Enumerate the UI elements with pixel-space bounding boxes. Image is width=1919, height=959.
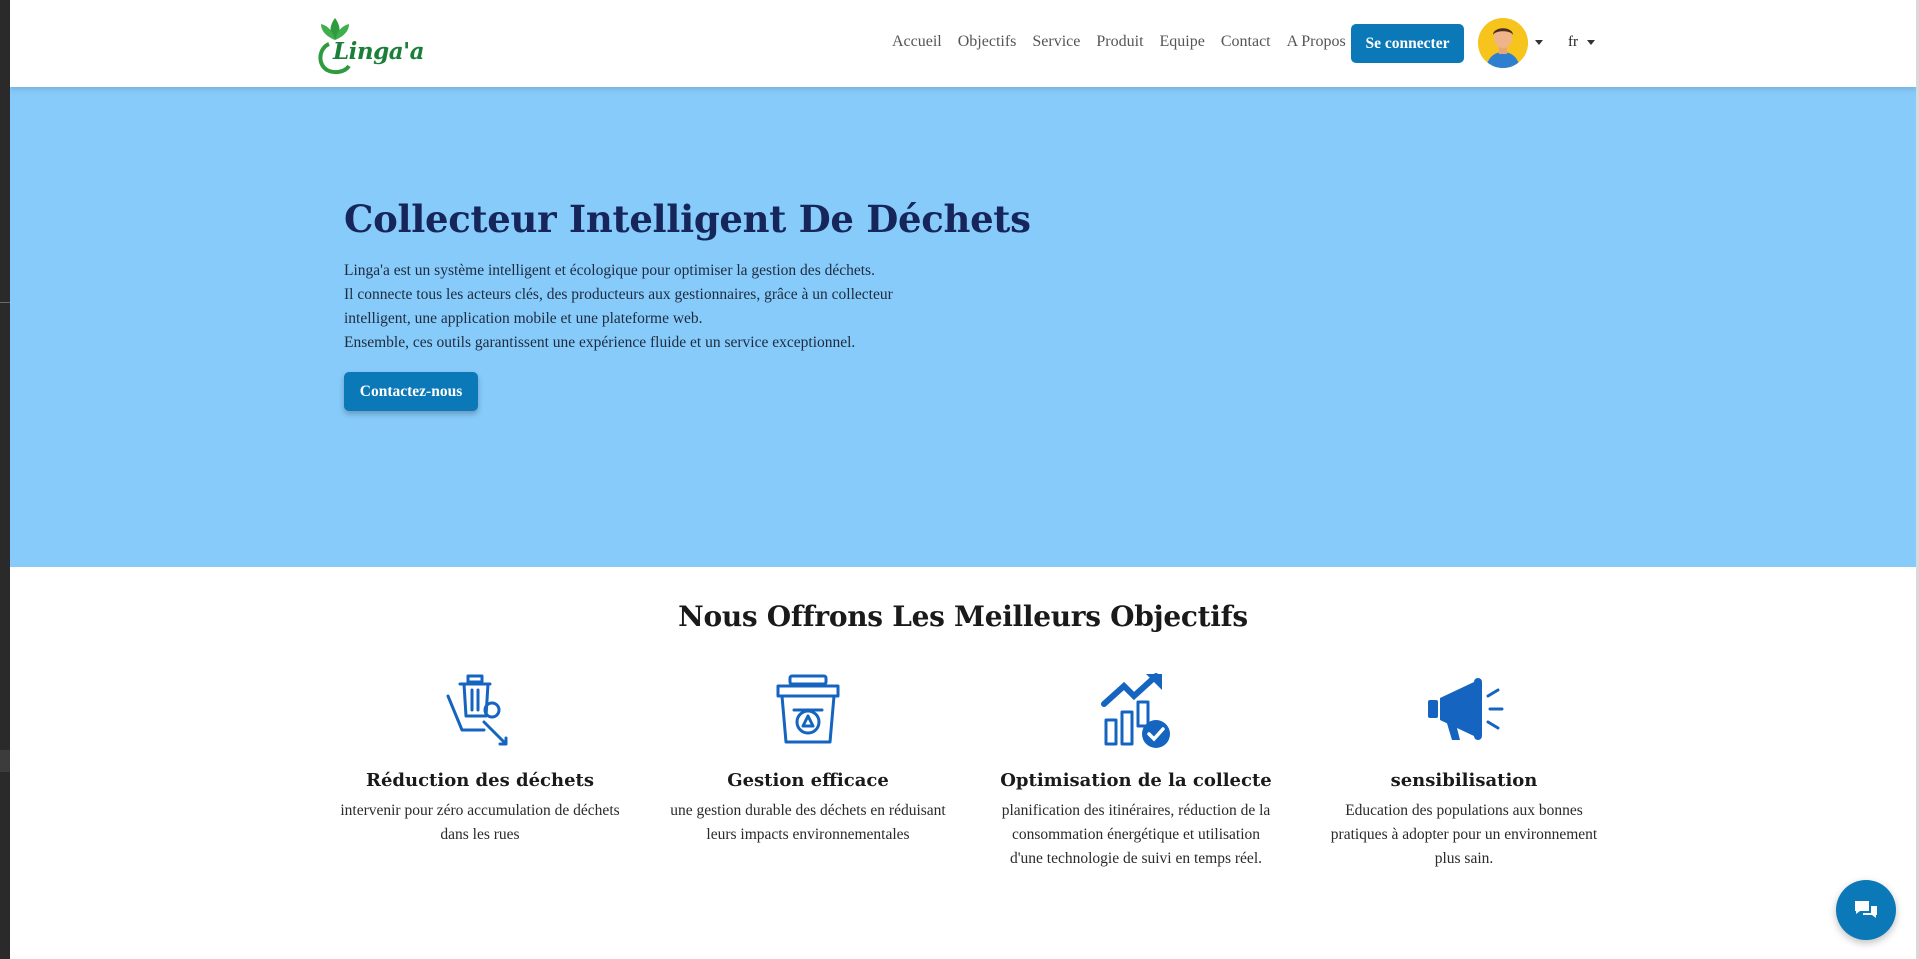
hero-line-2: Il connecte tous les acteurs clés, des p… xyxy=(344,286,893,327)
brand-logo-text: Linga'a xyxy=(333,38,425,65)
nav-link-objectifs[interactable]: Objectifs xyxy=(958,33,1017,51)
nav-link-contact[interactable]: Contact xyxy=(1221,33,1271,51)
objective-card: Réduction des déchets intervenir pour zé… xyxy=(330,670,630,847)
language-chevron-down-icon[interactable] xyxy=(1587,40,1595,45)
contact-button[interactable]: Contactez-nous xyxy=(344,372,478,411)
nav-link-equipe[interactable]: Equipe xyxy=(1160,33,1205,51)
user-avatar-icon xyxy=(1478,18,1528,68)
recycle-bin-gear-icon xyxy=(776,674,840,744)
hero-line-3: Ensemble, ces outils garantissent une ex… xyxy=(344,334,856,351)
objective-card: Gestion efficace une gestion durable des… xyxy=(658,670,958,847)
objective-title: sensibilisation xyxy=(1390,770,1538,791)
nav-link-accueil[interactable]: Accueil xyxy=(892,33,942,51)
objective-text: intervenir pour zéro accumulation de déc… xyxy=(340,802,620,843)
objective-title: Réduction des déchets xyxy=(366,770,594,791)
brand-logo[interactable]: Linga'a xyxy=(315,14,425,76)
objective-title: Gestion efficace xyxy=(727,770,889,791)
login-button[interactable]: Se connecter xyxy=(1351,24,1464,63)
page: Linga'a Accueil Objectifs Service Produi… xyxy=(10,0,1916,959)
nav-link-a-propos[interactable]: A Propos xyxy=(1287,33,1346,51)
navbar: Linga'a Accueil Objectifs Service Produi… xyxy=(10,0,1916,87)
language-selector[interactable]: fr xyxy=(1568,34,1578,51)
waste-reduction-icon xyxy=(446,674,508,746)
objectives-title: Nous Offrons Les Meilleurs Objectifs xyxy=(678,600,1248,633)
megaphone-icon xyxy=(1428,678,1504,740)
hero-line-1: Linga'a est un système intelligent et éc… xyxy=(344,262,875,279)
hero-description: Linga'a est un système intelligent et éc… xyxy=(344,259,904,355)
user-avatar[interactable] xyxy=(1478,18,1528,68)
objective-card: sensibilisation Education des population… xyxy=(1314,670,1614,871)
objective-text: une gestion durable des déchets en rédui… xyxy=(670,802,946,843)
nav-link-service[interactable]: Service xyxy=(1032,33,1080,51)
objective-card: Optimisation de la collecte planificatio… xyxy=(986,670,1286,871)
hero-section: Collecteur Intelligent De Déchets Linga'… xyxy=(10,87,1916,567)
chat-bubbles-icon xyxy=(1855,901,1877,918)
nav-link-produit[interactable]: Produit xyxy=(1096,33,1143,51)
chat-button[interactable] xyxy=(1836,880,1896,940)
left-window-edge xyxy=(0,0,10,959)
growth-chart-check-icon xyxy=(1101,673,1170,748)
objective-text: planification des itinéraires, réduction… xyxy=(1001,802,1271,867)
nav-links: Accueil Objectifs Service Produit Equipe… xyxy=(892,33,1362,51)
objective-text: Education des populations aux bonnes pra… xyxy=(1330,802,1598,867)
objective-title: Optimisation de la collecte xyxy=(1000,770,1272,791)
user-menu-chevron-down-icon[interactable] xyxy=(1535,40,1543,45)
hero-title: Collecteur Intelligent De Déchets xyxy=(344,197,1031,241)
